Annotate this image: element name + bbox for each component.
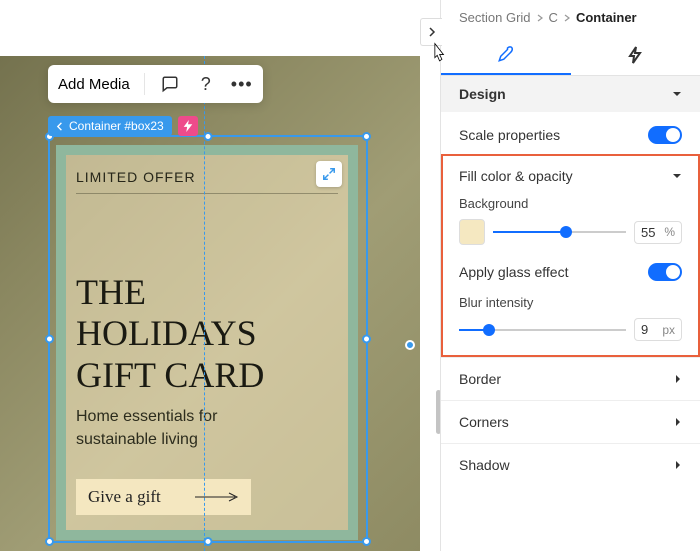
fill-opacity-highlight: Fill color & opacity Background 55 % App… <box>441 154 700 357</box>
resize-handle-e[interactable] <box>362 335 371 344</box>
design-accordion-label: Design <box>459 86 506 102</box>
breadcrumb-current: Container <box>576 10 637 25</box>
breadcrumb: Section Grid C Container <box>441 0 700 35</box>
selection-tag-row: Container #box23 <box>48 116 198 136</box>
opacity-unit: % <box>664 225 675 239</box>
opacity-slider-knob[interactable] <box>560 226 572 238</box>
blur-slider-knob[interactable] <box>483 324 495 336</box>
resize-handle-w[interactable] <box>45 335 54 344</box>
scale-properties-toggle[interactable] <box>648 126 682 144</box>
help-icon[interactable]: ? <box>195 73 217 95</box>
scale-properties-label: Scale properties <box>459 127 560 143</box>
caret-down-icon <box>672 173 682 180</box>
chevron-left-icon <box>56 122 65 131</box>
blur-value: 9 <box>641 322 648 337</box>
toolbar-divider <box>144 73 145 95</box>
blur-label: Blur intensity <box>459 295 682 310</box>
resize-handle-sw[interactable] <box>45 537 54 546</box>
blur-row: 9 px <box>459 318 682 341</box>
fill-opacity-label: Fill color & opacity <box>459 168 573 184</box>
container-tag[interactable]: Container #box23 <box>48 116 172 136</box>
canvas-topbar <box>0 0 420 56</box>
background-swatch[interactable] <box>459 219 485 245</box>
apply-glass-toggle[interactable] <box>648 263 682 281</box>
chevron-right-icon <box>537 14 543 22</box>
more-icon[interactable]: ••• <box>231 73 253 95</box>
lightning-icon <box>183 120 193 132</box>
corners-label: Corners <box>459 414 509 430</box>
brush-icon <box>497 45 515 63</box>
opacity-value: 55 <box>641 225 655 240</box>
breadcrumb-item[interactable]: Section Grid <box>459 10 531 25</box>
apply-glass-label: Apply glass effect <box>459 264 568 280</box>
tab-interactions[interactable] <box>571 35 700 75</box>
opacity-input[interactable]: 55 % <box>634 221 682 244</box>
resize-handle-se[interactable] <box>362 537 371 546</box>
blur-slider[interactable] <box>459 320 626 340</box>
resize-handle-n[interactable] <box>204 132 213 141</box>
caret-right-icon <box>675 460 682 470</box>
caret-right-icon <box>675 417 682 427</box>
shadow-row[interactable]: Shadow <box>441 443 700 486</box>
selection-outline <box>48 135 368 543</box>
background-row: 55 % <box>459 219 682 245</box>
border-label: Border <box>459 371 501 387</box>
resize-handle-s[interactable] <box>204 537 213 546</box>
resize-handle-ne[interactable] <box>362 132 371 141</box>
mid-anchor[interactable] <box>405 340 415 350</box>
chevron-right-icon <box>428 27 436 37</box>
container-tag-label: Container #box23 <box>69 119 164 133</box>
lightning-icon <box>627 46 643 64</box>
fill-opacity-header[interactable]: Fill color & opacity <box>459 168 682 184</box>
panel-tabs <box>441 35 700 76</box>
breadcrumb-item[interactable]: C <box>549 10 558 25</box>
caret-right-icon <box>675 374 682 384</box>
blur-input[interactable]: 9 px <box>634 318 682 341</box>
pointer-cursor-icon <box>428 42 448 69</box>
blur-unit: px <box>662 323 675 337</box>
scale-section: Scale properties <box>441 112 700 154</box>
design-accordion-header[interactable]: Design <box>441 76 700 112</box>
tab-design[interactable] <box>441 35 571 75</box>
shadow-label: Shadow <box>459 457 510 473</box>
caret-down-icon <box>672 91 682 98</box>
inspector-panel: Section Grid C Container Design Scale pr… <box>440 0 700 551</box>
opacity-slider[interactable] <box>493 222 626 242</box>
lightning-button[interactable] <box>178 116 198 136</box>
floating-toolbar: Add Media ? ••• <box>48 65 263 103</box>
chat-icon[interactable] <box>159 73 181 95</box>
background-label: Background <box>459 196 682 211</box>
add-media-button[interactable]: Add Media <box>58 76 130 93</box>
corners-row[interactable]: Corners <box>441 400 700 443</box>
canvas-area[interactable]: Add Media ? ••• Container #box23 LIMITED… <box>0 0 420 551</box>
border-row[interactable]: Border <box>441 357 700 400</box>
chevron-right-icon <box>564 14 570 22</box>
